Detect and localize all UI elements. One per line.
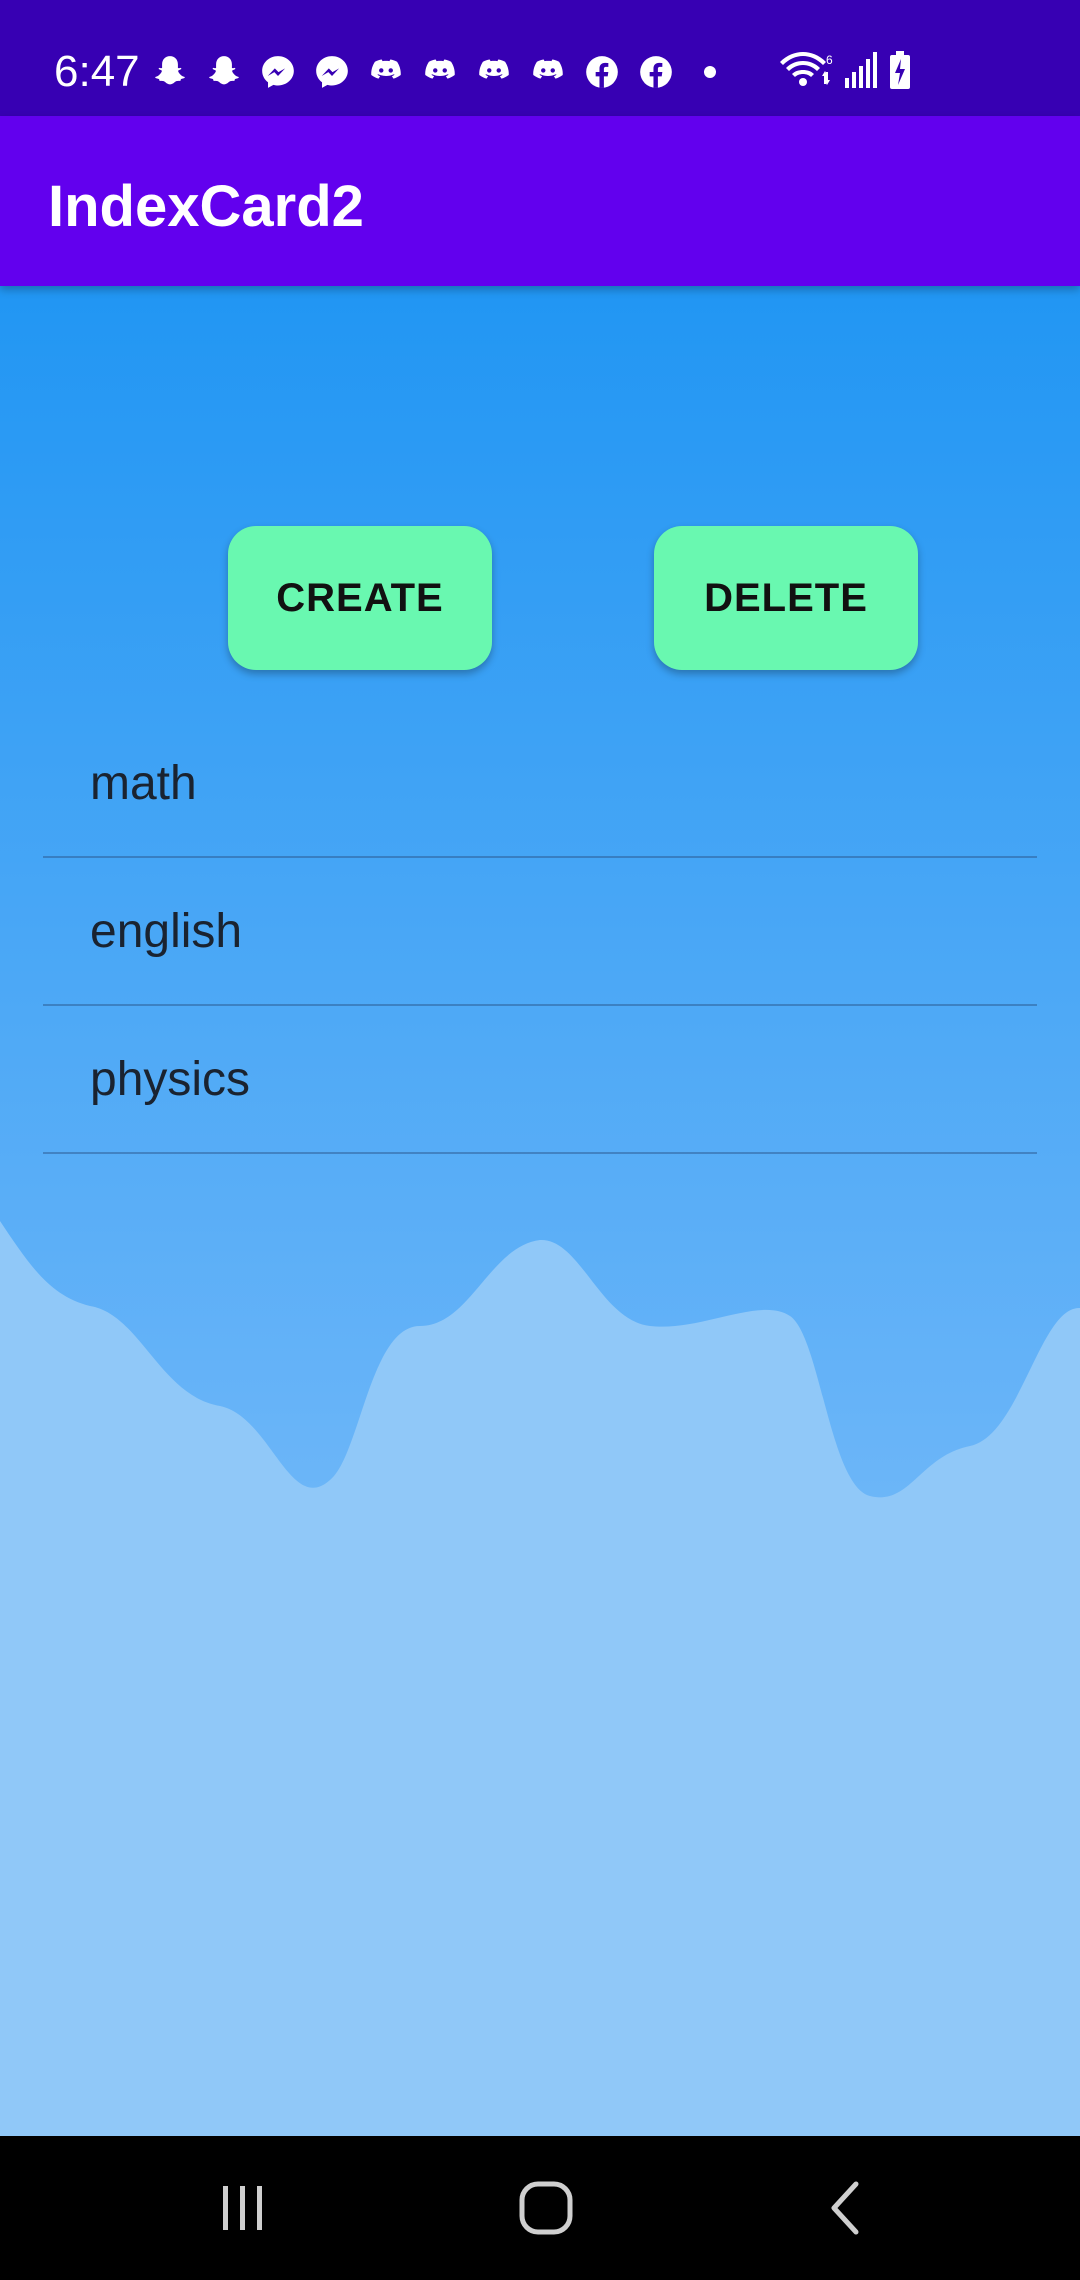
wifi-label: 6 <box>826 53 833 67</box>
facebook-icon <box>582 52 622 92</box>
status-time: 6:47 <box>54 47 140 96</box>
create-button[interactable]: CREATE <box>228 526 492 670</box>
screen: 6:47 6 IndexCard2 CREATE DELETE math eng… <box>0 0 1080 2280</box>
snapchat-icon <box>204 52 244 92</box>
facebook-icon <box>636 52 676 92</box>
discord-icon <box>528 52 568 92</box>
back-button[interactable] <box>808 2172 888 2244</box>
app-title: IndexCard2 <box>48 174 364 239</box>
recents-button[interactable] <box>203 2172 283 2244</box>
recents-icon <box>223 2186 262 2230</box>
system-icons: 6 <box>768 48 912 92</box>
wave-background <box>0 1221 1080 2136</box>
list-item-physics[interactable]: physics <box>43 1006 1037 1154</box>
app-bar: IndexCard2 <box>0 116 1080 286</box>
home-button[interactable] <box>506 2172 586 2244</box>
back-icon <box>831 2181 859 2235</box>
list-item-label: physics <box>90 1053 251 1106</box>
snapchat-icon <box>150 52 190 92</box>
home-icon <box>519 2181 573 2235</box>
list-item-math[interactable]: math <box>43 710 1037 858</box>
notification-icons <box>150 50 716 94</box>
card-list: math english physics <box>43 710 1037 1154</box>
list-item-label: english <box>90 905 243 958</box>
main-content: CREATE DELETE math english physics <box>0 286 1080 2136</box>
discord-icon <box>420 52 460 92</box>
battery-charging-icon <box>888 50 912 90</box>
wifi-icon: 6 <box>778 50 834 90</box>
signal-icon <box>844 50 878 90</box>
delete-button[interactable]: DELETE <box>654 526 918 670</box>
navigation-bar <box>0 2136 1080 2280</box>
list-item-label: math <box>90 757 197 810</box>
discord-icon <box>474 52 514 92</box>
messenger-icon <box>258 52 298 92</box>
status-bar: 6:47 6 <box>0 0 1080 116</box>
list-item-english[interactable]: english <box>43 858 1037 1006</box>
discord-icon <box>366 52 406 92</box>
messenger-icon <box>312 52 352 92</box>
more-notifications-dot <box>704 66 716 78</box>
